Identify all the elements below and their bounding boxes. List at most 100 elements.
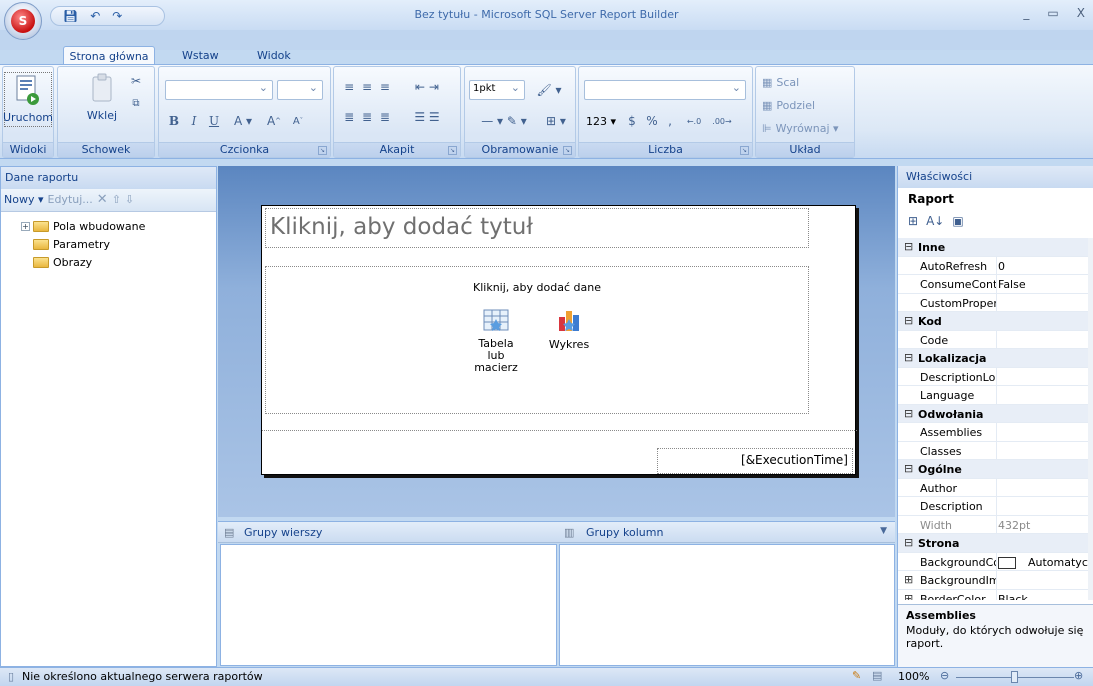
underline-icon[interactable]: U <box>205 111 223 131</box>
row-groups-pane[interactable] <box>220 544 557 666</box>
border-dialog-launcher-icon[interactable]: ↘ <box>563 146 572 155</box>
categorized-icon[interactable]: ⊞ <box>908 214 918 228</box>
tree-item-built-in-fields[interactable]: + Pola wbudowane <box>21 217 145 235</box>
property-row[interactable]: ⊞ BorderColor Black <box>898 589 1093 601</box>
grow-font-icon[interactable]: A ^ <box>263 111 285 131</box>
collapse-icon[interactable]: ⊟ <box>904 462 913 475</box>
alphabetical-icon[interactable]: A↓ <box>926 214 944 228</box>
number-123-button[interactable]: 123 ▾ <box>584 111 618 131</box>
borders-icon[interactable]: ⊞ ▾ <box>541 111 571 131</box>
font-size-combo[interactable] <box>277 80 323 100</box>
tab-insert[interactable]: Wstaw <box>170 46 231 66</box>
currency-icon[interactable]: $ <box>623 111 641 131</box>
move-up-icon[interactable]: ⇧ <box>112 193 121 207</box>
edit-button[interactable]: Edytuj... <box>48 193 93 207</box>
property-value[interactable]: Automatyczn <box>998 556 1088 569</box>
new-button[interactable]: Nowy ▾ <box>4 193 44 207</box>
data-region-placeholder[interactable]: Kliknij, aby dodać dane Tabela lub macie… <box>265 266 809 414</box>
grouping-menu-icon[interactable]: ▼ <box>880 526 887 536</box>
property-row[interactable]: CustomPropert <box>898 293 1093 312</box>
expand-icon[interactable]: ⊞ <box>904 592 913 601</box>
zoom-out-icon[interactable]: ⊖ <box>940 669 949 682</box>
collapse-icon[interactable]: ⊟ <box>904 240 913 253</box>
border-color-icon[interactable]: — ▾ ✎ ▾ <box>469 111 539 131</box>
property-grid-scrollbar[interactable] <box>1088 238 1093 600</box>
preview-view-icon[interactable]: ▤ <box>872 669 882 682</box>
zoom-slider-thumb[interactable] <box>1011 671 1018 683</box>
zoom-in-icon[interactable]: ⊕ <box>1074 669 1083 682</box>
merge-button[interactable]: ▦ Scal <box>762 72 852 92</box>
property-category[interactable]: ⊟ Strona <box>898 534 1093 553</box>
chart-button[interactable]: Wykres <box>544 305 594 351</box>
border-style-icon[interactable]: 🖌︎ ▾ <box>529 80 569 100</box>
title-textbox[interactable]: Kliknij, aby dodać tytuł <box>265 208 809 248</box>
minimize-button[interactable]: _ <box>1023 6 1029 20</box>
property-row[interactable]: Author <box>898 478 1093 497</box>
property-value[interactable]: False <box>998 278 1088 291</box>
collapse-icon[interactable]: ⊟ <box>904 314 913 327</box>
close-button[interactable]: X <box>1077 6 1085 20</box>
collapse-icon[interactable]: ⊟ <box>904 407 913 420</box>
property-row[interactable]: ConsumeConta False <box>898 275 1093 294</box>
expand-icon[interactable]: + <box>21 221 30 231</box>
comma-icon[interactable]: , <box>663 111 677 131</box>
property-value[interactable]: 0 <box>998 260 1088 273</box>
table-matrix-button[interactable]: Tabela lub macierz <box>471 305 521 374</box>
list-icon[interactable]: ☰ ☰ <box>402 107 452 127</box>
application-button[interactable]: S <box>4 2 42 40</box>
font-name-combo[interactable] <box>165 80 273 100</box>
run-button[interactable]: Uruchom <box>3 72 53 127</box>
delete-icon[interactable]: ✕ <box>97 193 108 207</box>
design-view-icon[interactable]: ✎ <box>852 669 861 682</box>
cut-icon[interactable]: ✂ <box>126 71 146 91</box>
property-row[interactable]: Description <box>898 497 1093 516</box>
tab-view[interactable]: Widok <box>245 46 303 66</box>
property-row[interactable]: Code <box>898 330 1093 349</box>
column-groups-pane[interactable] <box>559 544 895 666</box>
maximize-button[interactable]: ▭ <box>1047 6 1058 20</box>
paste-button[interactable]: Wklej <box>82 73 122 122</box>
property-row[interactable]: ⊞ BackgroundIm <box>898 571 1093 590</box>
property-category[interactable]: ⊟ Inne <box>898 238 1093 257</box>
decrease-decimal-icon[interactable]: .00→ <box>709 111 735 131</box>
split-button[interactable]: ▦ Podziel <box>762 95 852 115</box>
indent-icon[interactable]: ⇤ ⇥ <box>402 77 452 97</box>
property-row[interactable]: Assemblies <box>898 423 1093 442</box>
number-format-combo[interactable] <box>584 80 746 100</box>
increase-decimal-icon[interactable]: ←.0 <box>681 111 707 131</box>
property-row[interactable]: Language <box>898 386 1093 405</box>
execution-time-textbox[interactable]: [&ExecutionTime] <box>657 448 853 474</box>
font-dialog-launcher-icon[interactable]: ↘ <box>318 146 327 155</box>
bold-icon[interactable]: B <box>165 111 183 131</box>
property-value[interactable]: Black <box>998 593 1088 601</box>
property-row[interactable]: DescriptionLo <box>898 367 1093 386</box>
property-row[interactable]: BackgroundCo Automatyczn <box>898 552 1093 571</box>
property-pages-icon[interactable]: ▣ <box>952 214 963 228</box>
percent-icon[interactable]: % <box>643 111 661 131</box>
property-value[interactable]: 432pt <box>998 519 1088 532</box>
property-category[interactable]: ⊟ Ogólne <box>898 460 1093 479</box>
property-category[interactable]: ⊟ Kod <box>898 312 1093 331</box>
property-row[interactable]: AutoRefresh 0 <box>898 256 1093 275</box>
property-row[interactable]: Classes <box>898 441 1093 460</box>
move-down-icon[interactable]: ⇩ <box>125 193 134 207</box>
report-body[interactable]: Kliknij, aby dodać tytuł Kliknij, aby do… <box>261 205 857 475</box>
tree-item-images[interactable]: Obrazy <box>33 253 92 271</box>
border-width-combo[interactable]: 1pkt <box>469 80 525 100</box>
property-category[interactable]: ⊟ Odwołania <box>898 404 1093 423</box>
collapse-icon[interactable]: ⊟ <box>904 351 913 364</box>
property-category[interactable]: ⊟ Lokalizacja <box>898 349 1093 368</box>
italic-icon[interactable]: I <box>185 111 203 131</box>
tab-home[interactable]: Strona główna <box>63 46 155 66</box>
font-color-icon[interactable]: A ▾ <box>227 111 259 131</box>
property-row[interactable]: Width 432pt <box>898 515 1093 534</box>
align-left-icon[interactable]: ≣ ≣ ≣ <box>338 107 398 127</box>
align-top-icon[interactable]: ≡ ≡ ≡ <box>338 77 398 97</box>
tree-item-parameters[interactable]: Parametry <box>33 235 110 253</box>
copy-icon[interactable]: ⧉ <box>126 93 146 113</box>
paragraph-dialog-launcher-icon[interactable]: ↘ <box>448 146 457 155</box>
align-button[interactable]: ⊫ Wyrównaj ▾ <box>762 118 852 138</box>
collapse-icon[interactable]: ⊟ <box>904 536 913 549</box>
expand-icon[interactable]: ⊞ <box>904 573 913 586</box>
number-dialog-launcher-icon[interactable]: ↘ <box>740 146 749 155</box>
